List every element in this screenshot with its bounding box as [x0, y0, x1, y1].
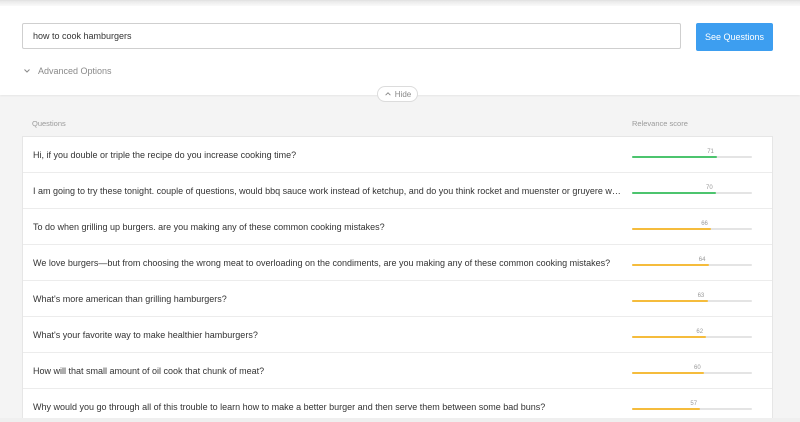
relevance-score: 60	[694, 365, 701, 371]
table-row[interactable]: To do when grilling up burgers. are you …	[23, 209, 772, 245]
relevance-column-header: Relevance score	[632, 119, 688, 128]
top-divider	[0, 1, 800, 6]
questions-column-header: Questions	[32, 119, 66, 128]
table-row[interactable]: We love burgers—but from choosing the wr…	[23, 245, 772, 281]
search-panel: See Questions Advanced Options	[0, 0, 800, 95]
relevance-bar-fill	[632, 300, 708, 302]
relevance-bar-fill	[632, 156, 718, 158]
relevance-score: 63	[697, 293, 705, 299]
relevance-bar	[632, 264, 752, 266]
relevance-bar	[632, 300, 752, 302]
question-text: To do when grilling up burgers. are you …	[33, 222, 385, 232]
relevance-bar	[632, 228, 752, 230]
relevance-score: 70	[706, 185, 713, 191]
relevance-bar-fill	[632, 372, 704, 374]
relevance-bar	[632, 408, 752, 410]
question-text: We love burgers—but from choosing the wr…	[33, 258, 611, 268]
question-text: What's more american than grilling hambu…	[33, 294, 227, 304]
relevance-score: 64	[698, 257, 706, 263]
relevance-bar	[632, 336, 752, 338]
relevance-bar	[632, 192, 752, 194]
question-text: Hi, if you double or triple the recipe d…	[33, 150, 297, 160]
table-row[interactable]: Hi, if you double or triple the recipe d…	[23, 137, 772, 173]
hide-label: Hide	[394, 89, 412, 99]
relevance-bar-fill	[632, 408, 701, 410]
relevance-bar-fill	[632, 228, 712, 230]
relevance-bar	[632, 372, 752, 374]
relevance-score: 57	[690, 401, 698, 407]
table-row[interactable]: How will that small amount of oil cook t…	[23, 353, 772, 389]
relevance-score: 71	[707, 149, 714, 155]
relevance-score: 66	[701, 221, 708, 227]
search-input[interactable]	[22, 23, 681, 49]
relevance-score: 62	[696, 329, 704, 335]
chevron-up-icon	[385, 92, 391, 96]
question-text: What's your favorite way to make healthi…	[33, 330, 258, 340]
advanced-options-label: Advanced Options	[38, 66, 112, 76]
table-row[interactable]: What's more american than grilling hambu…	[23, 281, 772, 317]
question-text: I am going to try these tonight. couple …	[33, 186, 623, 196]
relevance-bar-fill	[632, 192, 716, 194]
table-row[interactable]: I am going to try these tonight. couple …	[23, 173, 772, 209]
question-text: How will that small amount of oil cook t…	[33, 366, 265, 376]
table-row[interactable]: What's your favorite way to make healthi…	[23, 317, 772, 353]
relevance-bar	[632, 156, 752, 158]
chevron-down-icon	[24, 69, 30, 73]
relevance-bar-fill	[632, 336, 707, 338]
hide-button[interactable]: Hide	[377, 86, 418, 102]
advanced-options-toggle[interactable]: Advanced Options	[22, 65, 112, 77]
questions-list: Hi, if you double or triple the recipe d…	[22, 136, 773, 422]
relevance-bar-fill	[632, 264, 709, 266]
bottom-edge	[0, 418, 800, 422]
see-questions-button[interactable]: See Questions	[696, 23, 773, 51]
